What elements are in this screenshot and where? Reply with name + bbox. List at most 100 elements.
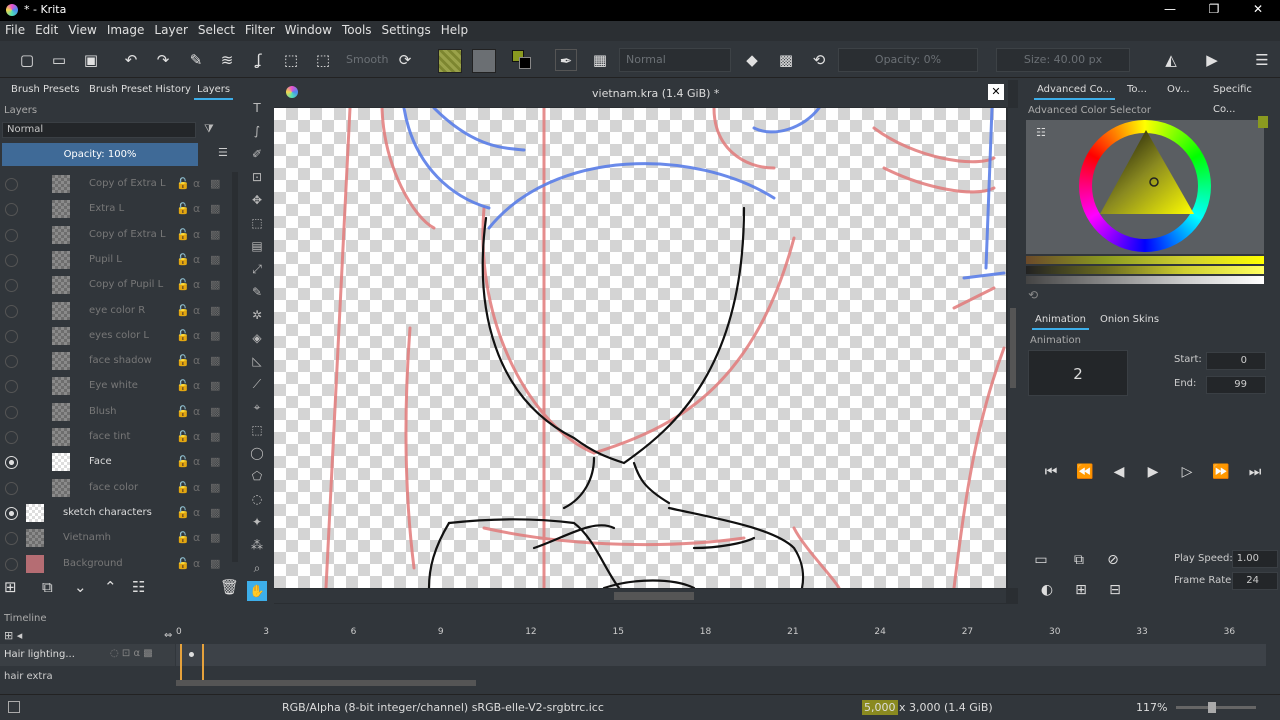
layer-lock-icon[interactable]: 🔓 [176,455,190,468]
polygon-select-icon[interactable]: ⬠ [247,466,267,486]
layer-alpha-icon[interactable]: α [193,354,200,367]
layer-lock-icon[interactable]: 🔓 [176,430,190,443]
menu-toggle-icon[interactable]: ☰ [1251,49,1273,71]
layer-lock-icon[interactable]: 🔓 [176,531,190,544]
layer-lock-icon[interactable]: 🔓 [176,329,190,342]
timeline-layer-flags-icon[interactable]: ◌ ⊡ α ▩ [110,648,153,659]
contiguous-select-icon[interactable]: ✦ [247,512,267,532]
layer-row[interactable]: Copy of Extra L 🔓 α ▩ [0,172,243,197]
layer-visibility-icon[interactable] [5,405,18,419]
layer-inherit-alpha-icon[interactable]: ▩ [210,202,220,215]
eraser-icon[interactable]: ◆ [741,49,763,71]
layer-lock-icon[interactable]: 🔓 [176,253,190,266]
crop-tool-icon[interactable]: ⊡ [247,167,267,187]
layer-row[interactable]: Background 🔓 α ▩ [0,552,243,577]
saturation-value-triangle[interactable] [1096,128,1196,218]
play-button[interactable]: ▶ [1140,460,1166,484]
layer-alpha-icon[interactable]: α [193,455,200,468]
layer-visibility-icon[interactable] [5,557,18,571]
layer-visibility-icon[interactable] [5,506,18,520]
menu-edit[interactable]: Edit [30,21,63,39]
timeline-scrollbar[interactable] [176,680,476,686]
tab-advanced-color[interactable]: Advanced Co... [1034,80,1116,100]
layer-alpha-icon[interactable]: α [193,202,200,215]
document-tab[interactable]: vietnam.kra (1.4 GiB) * ✕ [274,80,1008,107]
workspace-icon[interactable]: ▦ [589,49,611,71]
layer-alpha-icon[interactable]: α [193,177,200,190]
next-keyframe-button[interactable]: ⏩ [1208,460,1234,484]
menu-file[interactable]: File [0,21,30,39]
menu-layer[interactable]: Layer [149,21,192,39]
reload-preset-icon[interactable]: ⟲ [808,49,830,71]
freehand-path-icon[interactable]: ʆ [248,49,270,71]
horizontal-scroll-thumb[interactable] [614,592,694,600]
layer-row[interactable]: eyes color L 🔓 α ▩ [0,324,243,349]
copy-frame-icon[interactable]: ⧉ [1066,548,1092,572]
layer-inherit-alpha-icon[interactable]: ▩ [210,430,220,443]
color-bar-3[interactable] [1026,276,1264,284]
tab-specific-color[interactable]: Specific Co... [1210,80,1280,115]
timeline-layer-row[interactable]: Hair lighting... ◌ ⊡ α ▩ [0,644,175,666]
layer-options-icon[interactable]: ☷ [132,578,145,596]
layer-inherit-alpha-icon[interactable]: ▩ [210,329,220,342]
undo-icon[interactable]: ↶ [120,49,142,71]
vertical-scroll-thumb[interactable] [1010,308,1016,388]
start-frame-field[interactable]: 0 [1206,352,1266,370]
timeline-zoom-icon[interactable]: ⇔ [164,630,172,641]
layer-alpha-icon[interactable]: α [193,405,200,418]
layer-visibility-icon[interactable] [5,253,18,267]
tab-brush-preset-history[interactable]: Brush Preset History [86,80,194,100]
tab-overview[interactable]: Ov... [1164,80,1193,100]
previous-frame-button[interactable]: ◀ [1106,460,1132,484]
menu-window[interactable]: Window [280,21,337,39]
assistant-icon[interactable]: ⬚ [312,49,334,71]
layer-visibility-icon[interactable] [5,329,18,343]
rect-select-icon[interactable]: ⬚ [247,420,267,440]
layer-visibility-icon[interactable] [5,532,18,546]
measure-tool-icon[interactable]: ⟋ [247,374,267,394]
layer-lock-icon[interactable]: 🔓 [176,557,190,570]
end-frame-field[interactable]: 99 [1206,376,1266,394]
horizontal-scrollbar[interactable] [274,589,1006,603]
menu-image[interactable]: Image [102,21,150,39]
remove-keyframe-icon[interactable]: ⊟ [1102,578,1128,602]
layer-visibility-icon[interactable] [5,355,18,369]
layer-lock-icon[interactable]: 🔓 [176,177,190,190]
zoom-slider[interactable] [1176,702,1256,713]
menu-help[interactable]: Help [436,21,473,39]
layer-inherit-alpha-icon[interactable]: ▩ [210,455,220,468]
gradient-tool-icon[interactable]: ▤ [247,236,267,256]
move-tool-icon[interactable]: ✥ [247,190,267,210]
layer-visibility-icon[interactable] [5,456,18,470]
close-button[interactable]: ✕ [1248,2,1268,18]
reference-tool-icon[interactable]: ⌖ [247,397,267,417]
layer-inherit-alpha-icon[interactable]: ▩ [210,531,220,544]
gradient-swatch[interactable] [472,49,496,73]
minimize-button[interactable]: — [1160,2,1180,18]
layer-alpha-icon[interactable]: α [193,304,200,317]
menu-settings[interactable]: Settings [377,21,436,39]
play-speed-field[interactable]: 1.00 [1232,550,1278,568]
layer-alpha-icon[interactable]: α [193,506,200,519]
layer-alpha-icon[interactable]: α [193,430,200,443]
layer-visibility-icon[interactable] [5,178,18,191]
menu-filter[interactable]: Filter [240,21,280,39]
timeline-add-layer-icon[interactable]: ⊞ ◂ [4,629,22,642]
layer-row[interactable]: face shadow 🔓 α ▩ [0,349,243,374]
tab-brush-presets[interactable]: Brush Presets [8,80,82,100]
layer-alpha-icon[interactable]: α [193,253,200,266]
drop-frames-icon[interactable]: ▭ [1028,548,1054,572]
layer-lock-icon[interactable]: 🔓 [176,405,190,418]
first-frame-button[interactable]: ⏮ [1038,460,1064,484]
save-icon[interactable]: ▣ [80,49,102,71]
layer-row[interactable]: Eye white 🔓 α ▩ [0,374,243,399]
layer-row[interactable]: Copy of Pupil L 🔓 α ▩ [0,273,243,298]
delete-frame-icon[interactable]: ⊘ [1100,548,1126,572]
blend-mode-select[interactable]: Normal [619,48,731,72]
layer-alpha-icon[interactable]: α [193,329,200,342]
layer-alpha-icon[interactable]: α [193,531,200,544]
assistant-tool-icon[interactable]: ◺ [247,351,267,371]
layer-row[interactable]: eye color R 🔓 α ▩ [0,299,243,324]
layer-lock-icon[interactable]: 🔓 [176,506,190,519]
previous-keyframe-button[interactable]: ⏪ [1072,460,1098,484]
